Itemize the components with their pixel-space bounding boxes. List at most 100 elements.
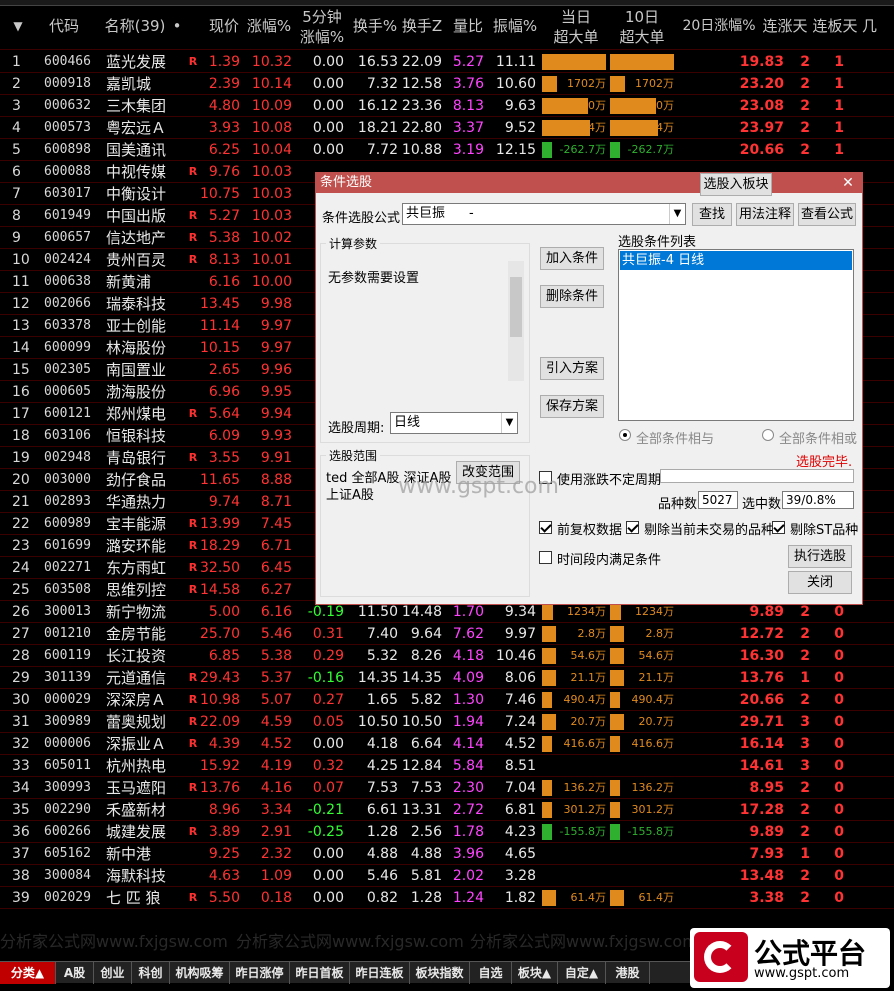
margin-flag — [186, 337, 200, 359]
header-20d-change[interactable]: 20日涨幅% — [678, 17, 760, 36]
volume-ratio: 8.13 — [452, 98, 484, 114]
header-up-days[interactable]: 连涨天 — [760, 17, 810, 36]
tab-2[interactable]: 创业 — [94, 962, 132, 984]
checkbox-timeframe[interactable] — [539, 551, 552, 564]
table-row[interactable]: 33 605011 杭州热电 15.92 4.19 0.32 4.25 12.84 5.84 8.… — [0, 755, 894, 777]
tab-8[interactable]: 板块指数 — [410, 962, 470, 984]
stock-name: 杭州热电 — [106, 757, 167, 775]
header-today-1[interactable]: 当日 — [548, 8, 604, 27]
change-pct: 5.46 — [260, 626, 292, 642]
table-row[interactable]: 30 000029 深深房Ａ R 10.98 5.07 0.27 1.65 5.82 1.30 7.… — [0, 689, 894, 711]
sort-arrow-icon[interactable]: ▼ — [10, 17, 26, 36]
table-row[interactable]: 5 600898 国美通讯 6.25 10.04 0.00 7.72 10.88 3.19 12.… — [0, 139, 894, 161]
table-row[interactable]: 32 000006 深振业Ａ R 4.39 4.52 0.00 4.18 6.64 4.14 4.5… — [0, 733, 894, 755]
tab-9[interactable]: 自选 — [470, 962, 512, 984]
radio-and[interactable] — [619, 429, 631, 441]
tab-5[interactable]: 昨日涨停 — [230, 962, 290, 984]
tab-7[interactable]: 昨日连板 — [350, 962, 410, 984]
tab-11[interactable]: 自定▲ — [558, 962, 606, 984]
header-5min-2[interactable]: 涨幅% — [298, 28, 346, 47]
add-to-block-button[interactable]: 选股入板块 — [700, 173, 772, 196]
tab-6[interactable]: 昨日首板 — [290, 962, 350, 984]
header-10d-2[interactable]: 超大单 — [614, 28, 670, 47]
chevron-down-icon[interactable]: ▼ — [669, 204, 685, 224]
execute-button[interactable]: 执行选股 — [788, 545, 852, 568]
close-button[interactable]: 关闭 — [788, 571, 852, 594]
table-row[interactable]: 31 300989 蕾奥规划 R 22.09 4.59 0.05 10.50 10.50 1.94… — [0, 711, 894, 733]
import-plan-button[interactable]: 引入方案 — [540, 357, 604, 380]
watermark-text: 分析家公式网www.fxjgsw.com — [236, 932, 464, 951]
table-row[interactable]: 37 605162 新中港 9.25 2.32 0.00 4.88 4.88 3.96 4.65 7… — [0, 843, 894, 865]
params-scrollbar[interactable] — [508, 261, 524, 381]
delete-condition-button[interactable]: 删除条件 — [540, 285, 604, 308]
header-today-2[interactable]: 超大单 — [548, 28, 604, 47]
table-row[interactable]: 28 600119 长江投资 6.85 5.38 0.29 5.32 8.26 4.18 10.4… — [0, 645, 894, 667]
price: 10.75 — [200, 186, 240, 202]
dialog-title[interactable]: 条件选股 — [316, 173, 862, 193]
header-volume-ratio[interactable]: 量比 — [448, 17, 488, 36]
row-number: 14 — [12, 340, 30, 356]
checkbox-st[interactable] — [772, 521, 785, 534]
table-row[interactable]: 29 301139 元道通信 R 29.43 5.37 -0.16 14.35 14.35 4.0… — [0, 667, 894, 689]
header-5min-1[interactable]: 5分钟 — [298, 8, 346, 27]
header-change[interactable]: 涨幅% — [244, 17, 294, 36]
stock-code: 000918 — [44, 76, 91, 91]
turnover: 7.72 — [366, 142, 398, 158]
tenday-bar-label: 21.1万 — [638, 671, 675, 684]
condition-list-item[interactable]: 共巨振-4 日线 — [620, 251, 852, 270]
price: 2.65 — [208, 362, 240, 378]
tab-3[interactable]: 科创 — [132, 962, 170, 984]
header-extra[interactable]: 几 — [862, 17, 892, 36]
header-amplitude[interactable]: 振幅% — [490, 17, 540, 36]
condition-list[interactable]: 共巨振-4 日线 — [618, 249, 854, 421]
amplitude: 9.52 — [504, 120, 536, 136]
scrollbar-thumb[interactable] — [510, 277, 522, 337]
tab-0[interactable]: 分类▲ — [0, 962, 56, 984]
usage-button[interactable]: 用法注释 — [736, 203, 794, 226]
view-formula-button[interactable]: 查看公式 — [798, 203, 856, 226]
save-plan-button[interactable]: 保存方案 — [540, 395, 604, 418]
formula-select[interactable]: 共巨振 - ▼ — [402, 203, 686, 225]
table-row[interactable]: 38 300084 海默科技 4.63 1.09 0.00 5.46 5.81 2.02 3.28… — [0, 865, 894, 887]
checkbox-untraded[interactable] — [626, 521, 639, 534]
price: 9.74 — [208, 494, 240, 510]
header-code[interactable]: 代码 — [44, 17, 84, 36]
up-days: 2 — [800, 76, 810, 92]
change-20d: 3.38 — [749, 890, 784, 906]
close-icon[interactable]: ✕ — [836, 173, 860, 193]
table-row[interactable]: 34 300993 玉马遮阳 R 13.76 4.16 0.07 7.53 7.53 2.30 7.… — [0, 777, 894, 799]
add-condition-button[interactable]: 加入条件 — [540, 247, 604, 270]
table-row[interactable]: 4 000573 粤宏远Ａ 3.93 10.08 0.00 18.21 22.80 3.37 9.… — [0, 117, 894, 139]
row-number: 27 — [12, 626, 30, 642]
period-field[interactable] — [660, 469, 854, 483]
table-row[interactable]: 35 002290 禾盛新材 8.96 3.34 -0.21 6.61 13.31 2.72 6.… — [0, 799, 894, 821]
price: 10.15 — [200, 340, 240, 356]
table-row[interactable]: 36 600266 城建发展 R 3.89 2.91 -0.25 1.28 2.56 1.78 4.… — [0, 821, 894, 843]
header-limit-days[interactable]: 连板天 — [810, 17, 860, 36]
stock-code: 002893 — [44, 494, 91, 509]
table-row[interactable]: 2 000918 嘉凯城 2.39 10.14 0.00 7.32 12.58 3.76 10.6… — [0, 73, 894, 95]
turnover: 18.21 — [357, 120, 398, 136]
tenday-bar-label: 136.2万 — [631, 781, 675, 794]
row-number: 37 — [12, 846, 30, 862]
table-row[interactable]: 27 001210 金房节能 25.70 5.46 0.31 7.40 9.64 7.62 9.9… — [0, 623, 894, 645]
period-select[interactable]: 日线 ▼ — [390, 412, 518, 434]
turnover: 10.50 — [357, 714, 398, 730]
table-row[interactable]: 3 000632 三木集团 4.80 10.09 0.00 16.12 23.36 8.13 9.… — [0, 95, 894, 117]
header-turnover-z[interactable]: 换手Z — [400, 17, 444, 36]
table-row[interactable]: 39 002029 七 匹 狼 R 5.50 0.18 0.00 0.82 1.28 1.24 1.… — [0, 887, 894, 909]
header-name[interactable]: 名称(39) — [104, 17, 166, 36]
table-row[interactable]: 1 600466 蓝光发展 R 1.39 10.32 0.00 16.53 22.09 5.27 1… — [0, 51, 894, 73]
find-button[interactable]: 查找 — [692, 203, 732, 226]
header-10d-1[interactable]: 10日 — [614, 8, 670, 27]
header-price[interactable]: 现价 — [204, 17, 244, 36]
limit-days: 1 — [834, 76, 844, 92]
tab-4[interactable]: 机构吸筹 — [170, 962, 230, 984]
tab-1[interactable]: A股 — [56, 962, 94, 984]
checkbox-fq[interactable] — [539, 521, 552, 534]
chevron-down-icon[interactable]: ▼ — [501, 413, 517, 433]
tab-12[interactable]: 港股 — [606, 962, 650, 984]
radio-or[interactable] — [762, 429, 774, 441]
header-turnover[interactable]: 换手% — [350, 17, 400, 36]
tab-10[interactable]: 板块▲ — [512, 962, 558, 984]
